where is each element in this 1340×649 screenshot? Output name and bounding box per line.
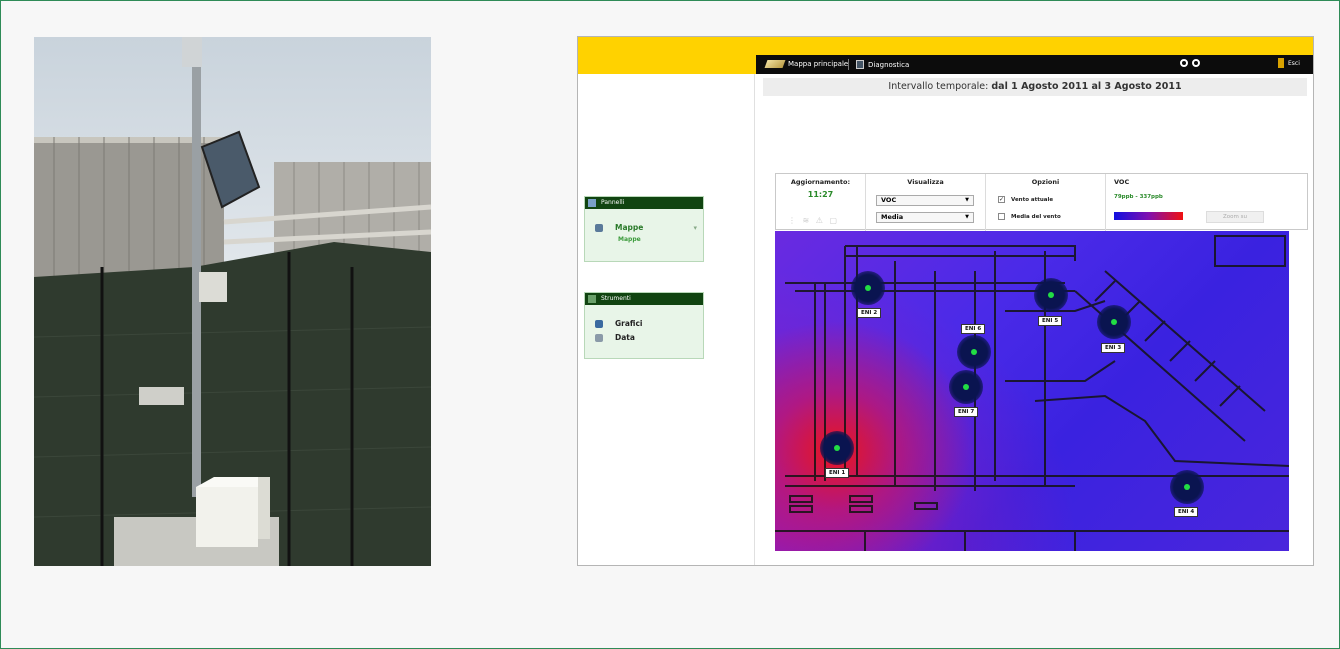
mode-select[interactable]: Media ▼ xyxy=(876,212,974,223)
zoom-out-icon[interactable] xyxy=(1180,59,1188,67)
view-column: Visualizza VOC ▼ Media ▼ xyxy=(866,174,986,231)
sidebar-subitem-maps[interactable]: Mappe xyxy=(585,235,703,245)
tools-header: Strumenti xyxy=(585,293,703,305)
sensor-marker[interactable] xyxy=(1034,278,1068,312)
sensor-label: ENI 7 xyxy=(954,407,979,417)
sensor-marker[interactable] xyxy=(1097,305,1131,339)
sensor-dot xyxy=(834,445,840,451)
diagnostics-button[interactable]: Diagnostica xyxy=(856,60,909,69)
sensor-marker[interactable] xyxy=(949,370,983,404)
update-column: Aggiornamento: 11:27 ⋮ ≋ ⚠ ▢ xyxy=(776,174,866,231)
app-window: Mappa principale Diagnostica Esci Pannel… xyxy=(577,36,1314,566)
dropdown-arrow-icon: ▼ xyxy=(965,197,969,203)
main-map-button[interactable]: Mappa principale xyxy=(764,60,849,68)
options-title: Opzioni xyxy=(1031,178,1060,186)
controls-panel: Aggiornamento: 11:27 ⋮ ≋ ⚠ ▢ Visualizza … xyxy=(775,173,1309,231)
update-title: Aggiornamento: xyxy=(790,178,851,186)
sensor-marker[interactable] xyxy=(957,335,991,369)
interval-range: dal 1 Agosto 2011 al 3 Agosto 2011 xyxy=(991,81,1182,92)
voc-heatmap[interactable]: ENI 2 ENI 5 ENI 6 ENI 3 ENI 7 ENI 1 ENI … xyxy=(775,231,1289,551)
sensor-dot xyxy=(1111,319,1117,325)
panels-title: Pannelli xyxy=(601,199,625,206)
current-wind-label: Vento attuale xyxy=(1011,196,1054,203)
sensor-dot xyxy=(1184,484,1190,490)
zoom-controls xyxy=(1180,59,1200,67)
charts-label: Grafici xyxy=(615,319,643,328)
maps-icon xyxy=(595,224,603,232)
sensor-label: ENI 1 xyxy=(825,468,850,478)
current-wind-checkbox[interactable]: ✓ xyxy=(998,196,1005,203)
sensor-dot xyxy=(865,285,871,291)
panels-panel: Pannelli Mappe ▾ Mappe xyxy=(584,196,704,262)
dropdown-arrow-icon: ▼ xyxy=(965,214,969,220)
sensor-label: ENI 2 xyxy=(857,308,882,318)
avg-wind-option[interactable]: Media del vento xyxy=(998,213,1061,220)
sidebar-item-charts[interactable]: Grafici xyxy=(585,317,703,331)
current-wind-option[interactable]: ✓ Vento attuale xyxy=(998,196,1053,203)
view-title: Visualizza xyxy=(907,178,944,186)
sensor-marker[interactable] xyxy=(820,431,854,465)
figure-frame: Mappa principale Diagnostica Esci Pannel… xyxy=(0,0,1340,649)
toolbar-separator xyxy=(848,59,849,70)
sensor-dot xyxy=(963,384,969,390)
sidebar-item-maps[interactable]: Mappe ▾ xyxy=(585,221,703,235)
sensor-label: ENI 3 xyxy=(1101,343,1126,353)
exit-icon xyxy=(1278,58,1284,68)
pollutant-value: VOC xyxy=(881,196,897,204)
diagnostics-icon xyxy=(856,60,864,69)
interval-prefix: Intervallo temporale: xyxy=(888,81,989,92)
legend-gradient xyxy=(1114,212,1183,220)
time-interval-bar: Intervallo temporale: dal 1 Agosto 2011 … xyxy=(763,78,1307,96)
panels-header: Pannelli xyxy=(585,197,703,209)
exit-label: Esci xyxy=(1288,59,1300,67)
legend-column: VOC 79ppb - 337ppb Zoom su xyxy=(1106,174,1309,231)
panels-icon xyxy=(588,199,596,207)
sensor-label: ENI 4 xyxy=(1174,507,1199,517)
station-photo xyxy=(34,37,431,566)
legend-range: 79ppb - 337ppb xyxy=(1114,194,1163,200)
avg-wind-checkbox[interactable] xyxy=(998,213,1005,220)
sensor-label: ENI 6 xyxy=(961,324,986,334)
data-label: Data xyxy=(615,333,635,342)
main-map-label: Mappa principale xyxy=(788,60,849,68)
sensor-dot xyxy=(1048,292,1054,298)
mode-value: Media xyxy=(881,213,904,221)
sensor-marker[interactable] xyxy=(1170,470,1204,504)
sidebar-item-data[interactable]: Data xyxy=(585,331,703,345)
exit-button[interactable]: Esci xyxy=(1278,58,1300,68)
tools-icon xyxy=(588,295,596,303)
top-toolbar: Mappa principale Diagnostica Esci xyxy=(756,55,1313,74)
sensor-label: ENI 5 xyxy=(1038,316,1063,326)
calendar-icon xyxy=(595,334,603,342)
sensor-marker[interactable] xyxy=(851,271,885,305)
pollutant-select[interactable]: VOC ▼ xyxy=(876,195,974,206)
tools-title: Strumenti xyxy=(601,295,631,302)
maps-label: Mappe xyxy=(615,223,644,232)
sensor-dot xyxy=(971,349,977,355)
chart-icon xyxy=(595,320,603,328)
zoom-button[interactable]: Zoom su xyxy=(1206,211,1264,223)
diagnostics-label: Diagnostica xyxy=(868,60,910,69)
status-icons: ⋮ ≋ ⚠ ▢ xyxy=(788,216,840,225)
update-time: 11:27 xyxy=(807,190,834,199)
map-icon xyxy=(764,60,786,68)
main-content: Intervallo temporale: dal 1 Agosto 2011 … xyxy=(754,74,1313,565)
options-column: Opzioni ✓ Vento attuale Media del vento xyxy=(986,174,1106,231)
avg-wind-label: Media del vento xyxy=(1011,213,1061,220)
tools-panel: Strumenti Grafici Data xyxy=(584,292,704,359)
chevron-down-icon[interactable]: ▾ xyxy=(693,221,697,235)
legend-title: VOC xyxy=(1114,178,1130,186)
zoom-in-icon[interactable] xyxy=(1192,59,1200,67)
